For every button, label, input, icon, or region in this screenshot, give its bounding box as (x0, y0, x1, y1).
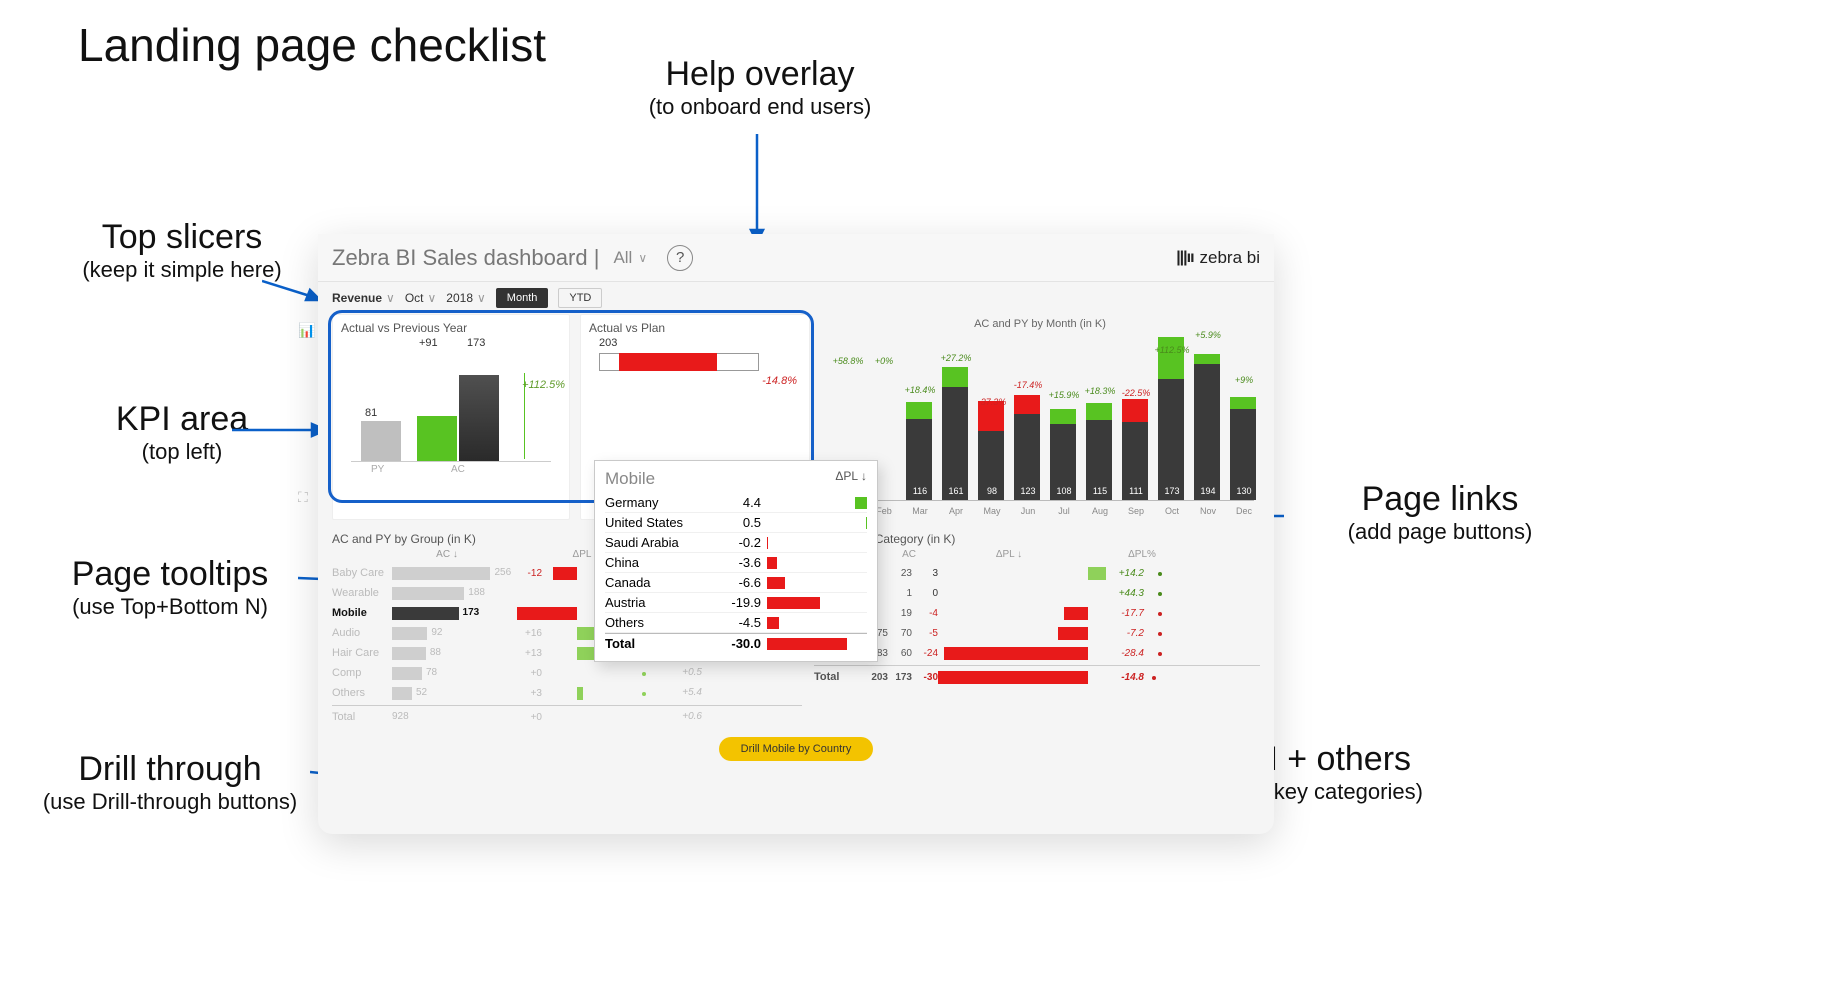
annotation-page-tooltips: Page tooltips (use Top+Bottom N) (20, 555, 320, 620)
secondary-slicers: Revenue∨ Oct∨ 2018∨ Month YTD (318, 282, 1274, 314)
chart-icon[interactable]: 📊 (298, 322, 315, 339)
annotation-help-overlay: Help overlay (to onboard end users) (560, 55, 960, 120)
arrow-help (742, 134, 772, 242)
card-title: Actual vs Plan (589, 321, 801, 335)
kpi-chart-1: 81 +91 173 +112.5% PY AC (341, 335, 561, 475)
kpi-card-prev-year[interactable]: Actual vs Previous Year 81 +91 173 +112.… (332, 314, 570, 520)
drill-through-button[interactable]: Drill Mobile by Country (719, 737, 874, 761)
side-nav-icons: 📊 ⛶ (298, 322, 315, 506)
month-chart: Jan+58.8%Feb+0%Mar116+18.4%Apr161+27.2%M… (826, 334, 1254, 516)
zebra-bar-icon: |||ıı (1176, 249, 1193, 267)
year-slicer[interactable]: 2018∨ (446, 291, 486, 305)
help-button[interactable]: ? (667, 245, 693, 271)
dashboard-header: Zebra BI Sales dashboard | All ∨ ? |||ıı… (318, 234, 1274, 282)
granularity-month-button[interactable]: Month (496, 288, 549, 308)
tooltip-column: ΔPL ↓ (835, 469, 867, 489)
brand-logo: |||ıı zebra bi (1176, 248, 1260, 268)
card-title: by Product Category (in K) (814, 532, 1260, 546)
chevron-down-icon: ∨ (386, 291, 395, 305)
annotation-top-slicers: Top slicers (keep it simple here) (52, 218, 312, 283)
chevron-down-icon: ∨ (428, 291, 437, 305)
product-table-card[interactable]: by Product Category (in K) AC ΔPL ↓ ΔPL%… (814, 532, 1260, 725)
arrow-slicers (262, 276, 322, 306)
month-chart-title: AC and PY by Month (in K) (826, 318, 1254, 330)
month-slicer[interactable]: Oct∨ (405, 291, 436, 305)
dashboard-body: 📊 ⛶ Actual vs Previous Year 81 +91 173 +… (318, 314, 1274, 775)
month-chart-card[interactable]: AC and PY by Month (in K) Jan+58.8%Feb+0… (820, 314, 1260, 520)
tooltip-title: Mobile (605, 469, 655, 489)
chevron-down-icon: ∨ (638, 251, 647, 265)
metric-slicer[interactable]: Revenue∨ (332, 291, 395, 305)
fullscreen-icon[interactable]: ⛶ (298, 489, 315, 506)
card-title: Actual vs Previous Year (341, 321, 561, 335)
granularity-ytd-button[interactable]: YTD (558, 288, 602, 308)
page-tooltip: Mobile ΔPL ↓ Germany4.4United States0.5S… (594, 460, 878, 662)
annotation-drill-through: Drill through (use Drill-through buttons… (0, 750, 340, 815)
chevron-down-icon: ∨ (477, 291, 486, 305)
dashboard-title: Zebra BI Sales dashboard | (332, 245, 599, 271)
page-title: Landing page checklist (78, 18, 546, 72)
dashboard-container: Zebra BI Sales dashboard | All ∨ ? |||ıı… (318, 234, 1274, 834)
kpi-chart-2: 203 -14.8% PL (589, 335, 801, 475)
filter-all-dropdown[interactable]: All ∨ (613, 248, 647, 268)
annotation-page-links: Page links (add page buttons) (1290, 480, 1590, 545)
